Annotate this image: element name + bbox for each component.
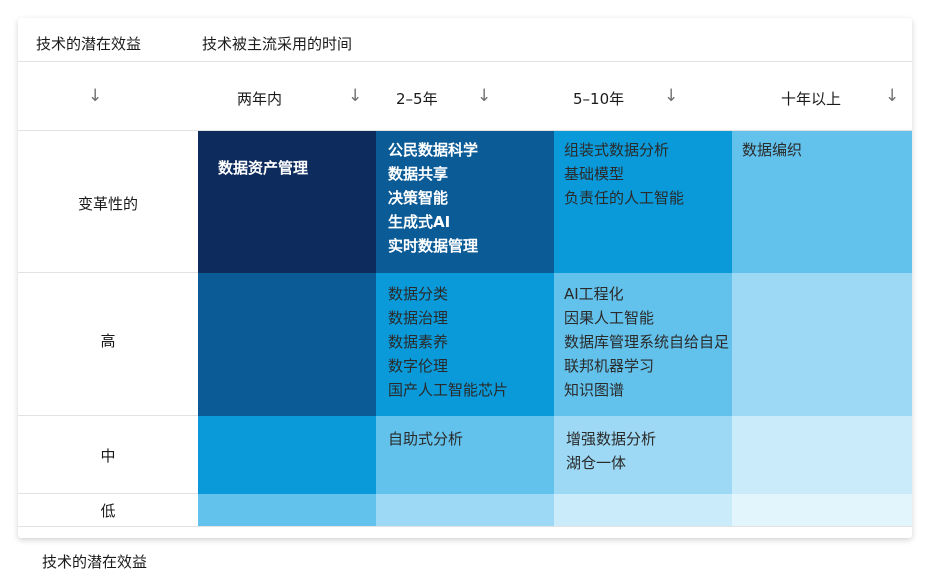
technology-item: 增强数据分析 bbox=[566, 430, 657, 448]
technology-item: 数据素养 bbox=[388, 333, 449, 351]
column-header-2-5-years: 2–5年 bbox=[396, 90, 438, 108]
matrix-cell: 数据编织 bbox=[732, 131, 912, 273]
technology-item: 湖仓一体 bbox=[566, 454, 627, 472]
matrix-cell: 数据分类数据治理数据素养数字伦理国产人工智能芯片 bbox=[376, 273, 554, 416]
matrix-cell bbox=[198, 273, 376, 416]
technology-item: 组装式数据分析 bbox=[564, 141, 670, 159]
technology-item: 因果人工智能 bbox=[564, 309, 655, 327]
technology-item: 数据分类 bbox=[388, 285, 449, 303]
matrix-cell bbox=[732, 416, 912, 494]
technology-item: 自助式分析 bbox=[388, 430, 464, 448]
row-label-medium: 中 bbox=[100, 447, 116, 465]
technology-item: 数据库管理系统自给自足 bbox=[564, 333, 730, 351]
matrix-cell: 公民数据科学 数据共享决策智能生成式AI 实时数据管理 bbox=[376, 131, 554, 273]
technology-item: 数据共享 bbox=[388, 165, 449, 183]
matrix-cell: AI工程化因果人工智能数据库管理系统自给自足 联邦机器学习 知识图谱 bbox=[554, 273, 732, 416]
row-axis-title: 技术的潜在效益 bbox=[36, 35, 142, 53]
sort-down-arrow-icon[interactable]: ↓ bbox=[477, 86, 491, 106]
technology-item: 国产人工智能芯片 bbox=[388, 381, 509, 399]
footer-caption: 技术的潜在效益 bbox=[42, 553, 148, 571]
matrix-cell: 数据资产管理 bbox=[198, 131, 376, 273]
matrix-cell: 自助式分析 bbox=[376, 416, 554, 494]
technology-item: 知识图谱 bbox=[564, 381, 625, 399]
technology-item: 生成式AI bbox=[388, 213, 451, 231]
technology-item: 决策智能 bbox=[388, 189, 449, 207]
technology-item: 实时数据管理 bbox=[388, 237, 479, 255]
technology-item: 数字伦理 bbox=[388, 357, 449, 375]
header-divider bbox=[18, 61, 912, 62]
row-label-transformational: 变革性的 bbox=[77, 195, 138, 213]
technology-item: 数据编织 bbox=[742, 141, 803, 159]
row-label-high: 高 bbox=[100, 332, 116, 350]
row-axis-down-arrow-icon: ↓ bbox=[88, 86, 103, 106]
technology-item: 公民数据科学 bbox=[388, 141, 479, 159]
sort-down-arrow-icon[interactable]: ↓ bbox=[664, 86, 678, 106]
technology-item: 联邦机器学习 bbox=[564, 357, 655, 375]
column-axis-title: 技术被主流采用的时间 bbox=[202, 35, 353, 53]
technology-item: 数据治理 bbox=[388, 309, 449, 327]
technology-item: AI工程化 bbox=[564, 285, 624, 303]
column-header-within-2-years: 两年内 bbox=[237, 90, 283, 108]
row-label-low: 低 bbox=[100, 502, 116, 520]
sort-down-arrow-icon[interactable]: ↓ bbox=[348, 86, 362, 106]
matrix-cell bbox=[376, 494, 554, 526]
technology-item: 基础模型 bbox=[564, 165, 625, 183]
column-header-over-10-years: 十年以上 bbox=[781, 90, 842, 108]
matrix-cell: 增强数据分析 湖仓一体 bbox=[554, 416, 732, 494]
technology-item: 负责任的人工智能 bbox=[564, 189, 685, 207]
matrix-cell bbox=[732, 273, 912, 416]
column-header-5-10-years: 5–10年 bbox=[573, 90, 625, 108]
matrix-cell bbox=[198, 416, 376, 494]
matrix-cell bbox=[554, 494, 732, 526]
matrix-cell: 组装式数据分析 基础模型负责任的人工智能 bbox=[554, 131, 732, 273]
technology-item: 数据资产管理 bbox=[218, 159, 309, 177]
sort-down-arrow-icon[interactable]: ↓ bbox=[885, 86, 899, 106]
matrix-cell bbox=[198, 494, 376, 526]
row-divider bbox=[18, 526, 912, 527]
matrix-cell bbox=[732, 494, 912, 526]
